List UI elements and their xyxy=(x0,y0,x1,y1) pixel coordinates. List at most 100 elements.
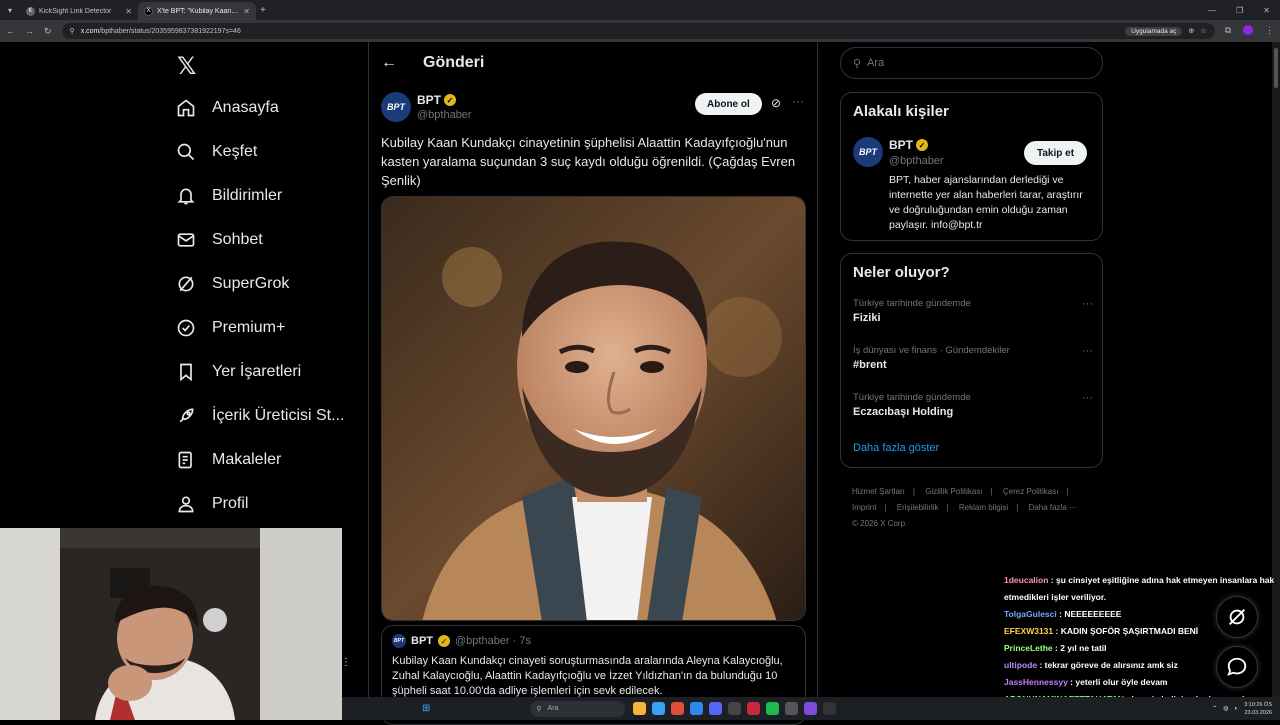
file-explorer-icon[interactable] xyxy=(633,702,647,715)
trends-card: Neler oluyor? Türkiye tarihinde gündemde… xyxy=(840,253,1103,468)
subscribe-button[interactable]: Abone ol xyxy=(695,93,762,115)
app-icon[interactable] xyxy=(785,702,799,715)
browser-tab-bar: ▾ K KickSight Link Detector ✕ X X'te BPT… xyxy=(0,0,1280,20)
avatar[interactable]: BPT xyxy=(381,92,411,122)
app-icon[interactable] xyxy=(804,702,818,715)
home-icon xyxy=(177,99,195,117)
back-nav-icon[interactable]: ← xyxy=(6,26,15,36)
trend-item[interactable]: Türkiye tarihinde gündemde Fiziki ··· xyxy=(853,298,1093,324)
bookmark-star-icon[interactable]: ☆ xyxy=(1200,27,1206,35)
trend-item[interactable]: Türkiye tarihinde gündemde Eczacıbaşı Ho… xyxy=(853,392,1093,418)
spotify-icon[interactable] xyxy=(766,702,780,715)
restore-icon[interactable]: ❐ xyxy=(1236,6,1243,15)
store-icon[interactable] xyxy=(690,702,704,715)
reload-icon[interactable]: ↻ xyxy=(44,26,52,37)
post-author-name[interactable]: BPT ✓ xyxy=(417,93,456,107)
minimize-icon[interactable]: — xyxy=(1208,6,1216,15)
close-tab-icon[interactable]: ✕ xyxy=(125,7,132,16)
menu-icon[interactable]: ⋮ xyxy=(1265,25,1274,37)
clock[interactable]: 3:10:26 ÖS 23.03.2026 xyxy=(1244,701,1272,717)
nav-item-chat[interactable]: Sohbet xyxy=(176,230,263,250)
extensions-icon[interactable]: ⧉ xyxy=(1225,25,1231,37)
app-icon[interactable] xyxy=(747,702,761,715)
browser-toolbar: ← → ↻ ⚲ x.com/bpthaber/status/2035959837… xyxy=(0,20,1280,42)
trend-item[interactable]: İş dünyası ve finans · Gündemdekiler #br… xyxy=(853,345,1093,371)
scrollbar-thumb[interactable] xyxy=(1274,48,1278,88)
more-options-icon[interactable]: ··· xyxy=(1082,298,1093,310)
address-bar[interactable]: ⚲ x.com/bpthaber/status/2035959837381922… xyxy=(61,23,1215,39)
footer-link[interactable]: Hizmet Şartları xyxy=(852,487,905,496)
new-tab-button[interactable]: + xyxy=(260,5,266,16)
footer-link[interactable]: Erişilebilirlik xyxy=(897,503,939,512)
back-arrow-icon[interactable]: ← xyxy=(381,54,397,72)
footer-link[interactable]: Çerez Politikası xyxy=(1003,487,1059,496)
favicon-icon: K xyxy=(26,6,35,16)
site-info-icon[interactable]: ⚲ xyxy=(70,27,75,35)
footer-link[interactable]: Imprint xyxy=(852,503,876,512)
volume-icon[interactable]: ◐ xyxy=(1235,706,1239,712)
taskbar-search[interactable]: ⚲ Ara xyxy=(530,700,626,717)
forward-nav-icon[interactable]: → xyxy=(25,26,34,36)
app-icon[interactable] xyxy=(728,702,742,715)
tray-chevron-icon[interactable]: ⌃ xyxy=(1212,705,1217,712)
footer-link[interactable]: Daha fazla ··· xyxy=(1029,503,1077,512)
related-user-name[interactable]: BPT ✓ xyxy=(889,138,928,152)
nav-item-bookmarks[interactable]: Yer İşaretleri xyxy=(176,362,301,382)
webcam-video xyxy=(0,528,342,720)
more-options-icon[interactable]: ··· xyxy=(1082,392,1093,404)
edge-icon[interactable] xyxy=(652,702,666,715)
show-more-link[interactable]: Daha fazla göster xyxy=(853,442,939,454)
more-options-icon[interactable]: ··· xyxy=(1082,345,1093,357)
author-name-text: BPT xyxy=(417,93,441,107)
tab-title: KickSight Link Detector xyxy=(39,7,112,15)
clock-time: 3:10:26 ÖS xyxy=(1244,701,1272,708)
tab-menu-icon[interactable]: ▾ xyxy=(0,0,20,20)
footer-link[interactable]: Gizlilik Politikası xyxy=(925,487,982,496)
x-logo-icon[interactable]: 𝕏 xyxy=(177,52,196,80)
nav-item-home[interactable]: Anasayfa xyxy=(176,98,279,118)
nav-label: Makaleler xyxy=(212,451,282,468)
network-icon[interactable]: ◍ xyxy=(1223,705,1228,712)
post-image[interactable] xyxy=(381,196,806,621)
nav-item-articles[interactable]: Makaleler xyxy=(176,450,281,470)
related-user-handle[interactable]: @bpthaber xyxy=(889,155,944,167)
chrome-icon[interactable] xyxy=(671,702,685,715)
taskbar-apps xyxy=(633,702,837,715)
more-options-icon[interactable]: ··· xyxy=(792,94,804,108)
avatar[interactable]: BPT xyxy=(853,137,883,167)
zoom-icon[interactable]: ⊕ xyxy=(1188,27,1194,35)
close-window-icon[interactable]: ✕ xyxy=(1263,6,1270,15)
chat-user: EFEXW3131 xyxy=(1004,626,1054,636)
article-icon xyxy=(178,451,192,469)
discord-icon[interactable] xyxy=(709,702,723,715)
nav-item-premium[interactable]: Premium+ xyxy=(176,318,285,338)
nav-label: Sohbet xyxy=(212,231,263,248)
search-placeholder: Ara xyxy=(867,57,885,69)
nav-item-explore[interactable]: Keşfet xyxy=(176,142,257,162)
bell-icon xyxy=(177,188,195,205)
profile-icon[interactable] xyxy=(1243,25,1253,37)
nav-item-profile[interactable]: Profil xyxy=(176,494,248,514)
windows-taskbar: ⊞ ⚲ Ara ⌃ ◍ ◐ 3:10:26 ÖS 23.03.2026 xyxy=(342,697,1280,720)
verified-badge-icon: ✓ xyxy=(438,635,450,647)
post-author-handle[interactable]: @bpthaber xyxy=(417,109,472,121)
obs-icon[interactable] xyxy=(823,702,837,715)
messages-fab-button[interactable] xyxy=(1216,646,1258,688)
webcam-more-icon[interactable]: ⋮ xyxy=(341,657,351,668)
follow-button[interactable]: Takip et xyxy=(1024,141,1088,165)
tab-kicksight[interactable]: K KickSight Link Detector ✕ xyxy=(20,2,138,20)
windows-start-icon[interactable]: ⊞ xyxy=(422,703,430,714)
search-input[interactable]: ⚲ Ara xyxy=(840,47,1103,79)
tab-x-post[interactable]: X X'te BPT: "Kubilay Kaan Kundakçı... ✕ xyxy=(138,2,256,20)
nav-item-supergrok[interactable]: SuperGrok xyxy=(176,274,289,294)
open-in-app-button[interactable]: Uygulamada aç xyxy=(1125,26,1183,36)
grok-icon[interactable]: ⊘ xyxy=(771,96,781,110)
footer-link[interactable]: Reklam bilgisi xyxy=(959,503,1008,512)
grok-fab-button[interactable] xyxy=(1216,596,1258,638)
nav-item-creator-studio[interactable]: İçerik Üreticisi St... xyxy=(176,406,344,426)
chat-text: : NEEEEEEEEE xyxy=(1059,609,1122,619)
quote-author-name: BPT xyxy=(411,635,433,647)
close-tab-icon[interactable]: ✕ xyxy=(243,7,250,16)
nav-label: Yer İşaretleri xyxy=(212,363,302,380)
nav-item-notifications[interactable]: Bildirimler xyxy=(176,186,282,206)
